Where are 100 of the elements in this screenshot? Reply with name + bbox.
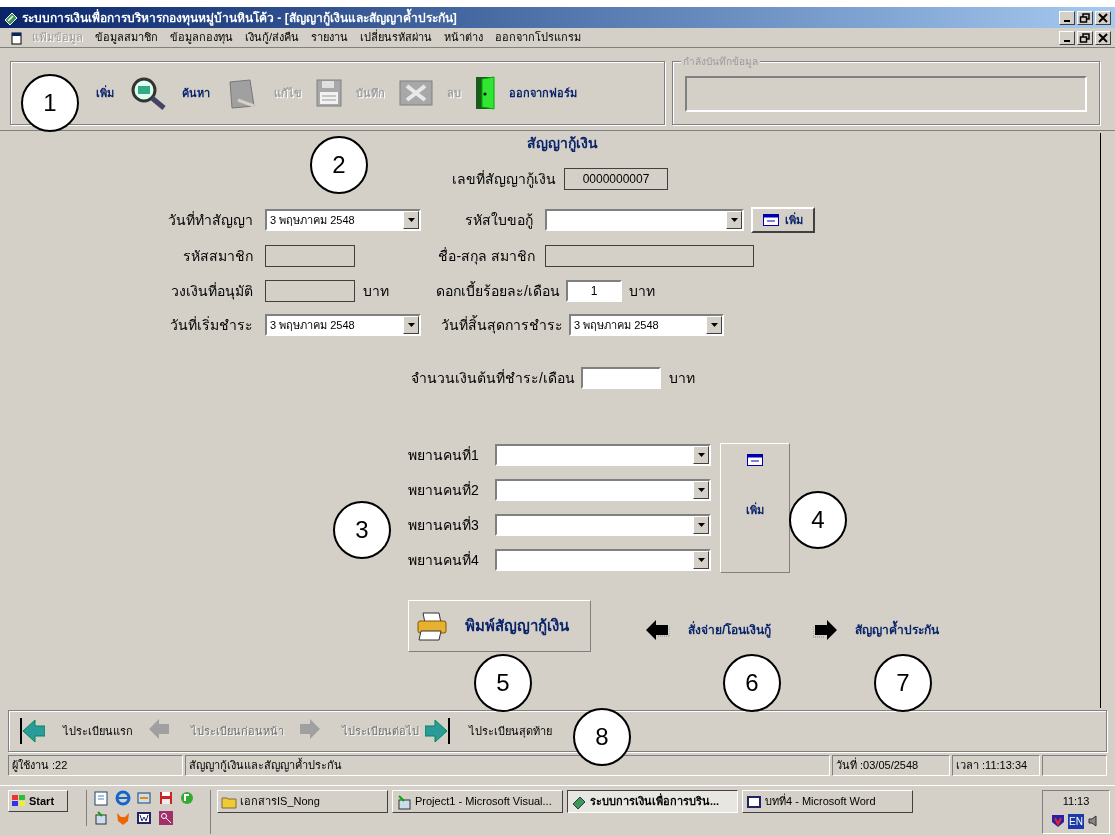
door-icon: [475, 75, 495, 111]
combo-box[interactable]: 3 พฤษภาคม 2548: [265, 314, 421, 336]
combo-box[interactable]: [495, 444, 711, 466]
record-nav-button[interactable]: ไประเบียนสุดท้าย: [425, 718, 552, 744]
toolbar-button[interactable]: ค้นหา: [128, 75, 210, 111]
field-label: พยานคนที่1: [408, 445, 480, 465]
first-record-arrow-icon: [19, 718, 45, 744]
windows-logo-icon: [11, 794, 27, 808]
group-legend: กำลังบันทึกข้อมูล: [681, 54, 760, 69]
dropdown-arrow-icon: [697, 488, 705, 492]
field-label: วันที่ทำสัญญา: [168, 210, 253, 230]
toolbar-button[interactable]: ออกจากฟอร์ม: [475, 75, 577, 111]
start-button[interactable]: Start: [8, 790, 68, 812]
combo-box[interactable]: 3 พฤษภาคม 2548: [569, 314, 724, 336]
close-icon: [1097, 31, 1109, 44]
menu-item[interactable]: ข้อมูลกองทุน: [170, 29, 233, 46]
contract-number-field: 0000000007: [564, 168, 668, 190]
field-label: รหัสสมาชิก: [183, 246, 253, 266]
field-label: รหัสใบขอกู้: [465, 210, 533, 231]
browser-icon: [114, 790, 131, 806]
record-nav-button[interactable]: ไประเบียนแรก: [19, 718, 133, 744]
toolbar-button[interactable]: เพิ่ม: [96, 84, 114, 102]
text-field[interactable]: 1: [566, 280, 622, 302]
taskbar-button[interactable]: บทที่4 - Microsoft Word: [742, 790, 913, 813]
form-icon: [747, 454, 763, 466]
word-icon: [136, 810, 153, 826]
field-label: บาท: [629, 281, 655, 301]
installer-icon: [93, 810, 109, 826]
add-witness-button[interactable]: เพิ่ม: [720, 443, 790, 573]
field-label: พยานคนที่2: [408, 480, 480, 500]
dropdown-arrow-icon: [730, 218, 738, 222]
callout-number: 4: [789, 491, 847, 549]
last-record-arrow-icon: [425, 718, 451, 744]
fox-icon: [114, 810, 131, 826]
program-icon: [396, 793, 412, 810]
minimize-button[interactable]: [1059, 30, 1075, 45]
status-panel: ผู้ใช้งาน :22: [8, 755, 183, 776]
taskbar-button[interactable]: เอกสารIS_Nong: [217, 790, 388, 813]
notepad-icon: [93, 790, 109, 806]
shield-icon: [1051, 814, 1066, 828]
clock: 11:13: [1062, 794, 1090, 809]
callout-number: 6: [723, 654, 781, 712]
menu-item[interactable]: ออกจากโปรแกรม: [495, 29, 582, 46]
field-label: วันที่สิ้นสุดการชำระ: [441, 314, 563, 336]
word-icon: [746, 793, 762, 810]
form-icon: [763, 214, 779, 226]
close-button[interactable]: [1095, 30, 1111, 45]
navigation-link[interactable]: สัญญาค้ำประกัน: [813, 620, 940, 640]
restore-button[interactable]: [1077, 30, 1093, 45]
dropdown-arrow-icon: [697, 453, 705, 457]
add-button[interactable]: เพิ่ม: [751, 207, 815, 233]
combo-box[interactable]: [495, 549, 711, 571]
document-icon: [10, 30, 24, 45]
combo-box[interactable]: 3 พฤษภาคม 2548: [265, 209, 421, 231]
status-panel: วันที่ :03/05/2548: [832, 755, 950, 776]
field-label: วันที่เริ่มชำระ: [170, 315, 253, 335]
minimize-icon: [1064, 20, 1070, 22]
field-label: วงเงินที่อนุมัติ: [171, 281, 253, 302]
dropdown-arrow-icon: [697, 558, 705, 562]
window-title: ระบบการเงินเพื่อการบริหารกองทุนหมู่บ้านหินโค้ว - [สัญญากู้เงินและสัญญาค้ำประกัน]: [22, 8, 457, 27]
restore-icon: [1079, 31, 1091, 44]
dropdown-arrow-icon: [710, 323, 718, 327]
menu-item[interactable]: เงินกู้/ส่งคืน: [245, 29, 300, 46]
callout-number: 1: [21, 74, 79, 132]
combo-box[interactable]: [495, 479, 711, 501]
callout-number: 2: [310, 136, 368, 194]
menu-item[interactable]: เปลี่ยนรหัสผ่าน: [360, 29, 433, 46]
close-icon: [1097, 11, 1109, 24]
printer-icon: [415, 611, 449, 641]
delete-icon: [399, 80, 433, 106]
callout-number: 8: [573, 708, 631, 766]
print-button[interactable]: พิมพ์สัญญากู้เงิน: [408, 600, 591, 652]
status-panel: สัญญากู้เงินและสัญญาค้ำประกัน: [185, 755, 830, 776]
field-label: พยานคนที่4: [408, 550, 480, 570]
field-label: ดอกเบี้ยร้อยละ/เดือน: [436, 280, 560, 301]
dropdown-arrow-icon: [407, 323, 415, 327]
field-label: จำนวนเงินต้นที่ชำระ/เดือน: [411, 368, 575, 388]
menu-item[interactable]: ข้อมูลสมาชิก: [95, 29, 158, 46]
menu-item[interactable]: รายงาน: [311, 29, 349, 46]
field-label: บาท: [669, 368, 695, 388]
combo-box[interactable]: [495, 514, 711, 536]
left-arrow-icon: [646, 620, 670, 640]
dropdown-arrow-icon: [697, 523, 705, 527]
minimize-button[interactable]: [1059, 10, 1075, 25]
combo-box[interactable]: [545, 209, 744, 231]
close-button[interactable]: [1095, 10, 1111, 25]
taskbar-button[interactable]: ระบบการเงินเพื่อการบริน...: [567, 790, 738, 813]
language-indicator[interactable]: EN: [1068, 813, 1084, 829]
field-label: พยานคนที่3: [408, 515, 480, 535]
menu-item[interactable]: หน้าต่าง: [444, 29, 484, 46]
field-label: บาท: [363, 281, 390, 301]
taskbar-button[interactable]: Project1 - Microsoft Visual...: [392, 790, 563, 813]
callout-number: 7: [874, 654, 932, 712]
minimize-icon: [1064, 40, 1070, 42]
navigation-link[interactable]: สั่งจ่าย/โอนเงินกู้: [646, 620, 772, 640]
right-arrow-icon: [813, 620, 838, 640]
restore-button[interactable]: [1077, 10, 1093, 25]
text-field[interactable]: [581, 367, 661, 389]
status-panel: เวลา :11:13:34: [952, 755, 1040, 776]
callout-number: 3: [333, 501, 391, 559]
